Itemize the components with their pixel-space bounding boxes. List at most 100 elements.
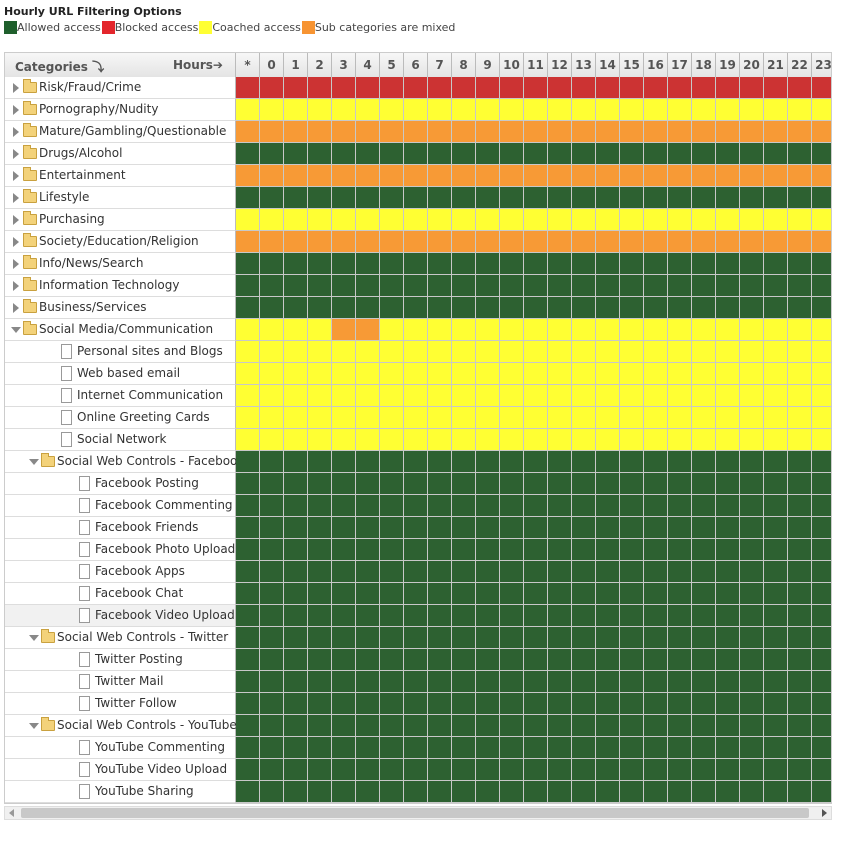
hour-cell-allowed[interactable] — [284, 517, 308, 539]
hour-cell-coached[interactable] — [284, 319, 308, 341]
hour-cell-allowed[interactable] — [476, 473, 500, 495]
hour-header[interactable]: 5 — [380, 53, 404, 77]
hour-cell-mixed[interactable] — [332, 165, 356, 187]
hour-cell-allowed[interactable] — [788, 451, 812, 473]
hour-cell-allowed[interactable] — [380, 451, 404, 473]
hour-cell-coached[interactable] — [740, 341, 764, 363]
hour-cell-allowed[interactable] — [284, 473, 308, 495]
category-cell[interactable]: Internet Communication — [5, 385, 236, 407]
hour-cell-allowed[interactable] — [716, 539, 740, 561]
hour-cell-allowed[interactable] — [500, 583, 524, 605]
hour-cell-allowed[interactable] — [332, 495, 356, 517]
hour-cell-mixed[interactable] — [692, 165, 716, 187]
hour-cell-coached[interactable] — [236, 209, 260, 231]
hour-cell-allowed[interactable] — [356, 451, 380, 473]
hour-cell-allowed[interactable] — [308, 561, 332, 583]
hour-cell-allowed[interactable] — [356, 539, 380, 561]
hour-cell-allowed[interactable] — [308, 737, 332, 759]
hour-cell-allowed[interactable] — [404, 715, 428, 737]
category-cell[interactable]: Social Web Controls - Twitter — [5, 627, 236, 649]
hour-cell-allowed[interactable] — [548, 473, 572, 495]
hour-cell-coached[interactable] — [548, 209, 572, 231]
hour-cell-allowed[interactable] — [644, 473, 668, 495]
hour-cell-allowed[interactable] — [524, 693, 548, 715]
hour-cell-coached[interactable] — [572, 209, 596, 231]
hour-cell-allowed[interactable] — [260, 473, 284, 495]
hour-cell-allowed[interactable] — [332, 693, 356, 715]
hour-cell-allowed[interactable] — [428, 187, 452, 209]
hour-cell-allowed[interactable] — [740, 297, 764, 319]
hour-cell-mixed[interactable] — [428, 121, 452, 143]
hour-cell-allowed[interactable] — [812, 781, 831, 803]
hour-cell-mixed[interactable] — [332, 319, 356, 341]
hour-cell-allowed[interactable] — [548, 451, 572, 473]
hour-cell-allowed[interactable] — [380, 715, 404, 737]
hour-cell-allowed[interactable] — [668, 649, 692, 671]
hour-cell-mixed[interactable] — [332, 231, 356, 253]
hour-cell-allowed[interactable] — [524, 561, 548, 583]
expand-arrow-icon[interactable] — [13, 105, 19, 115]
hour-cell-mixed[interactable] — [572, 121, 596, 143]
hour-cell-allowed[interactable] — [236, 693, 260, 715]
hour-cell-allowed[interactable] — [404, 627, 428, 649]
hour-cell-mixed[interactable] — [356, 121, 380, 143]
hour-cell-allowed[interactable] — [716, 495, 740, 517]
hour-cell-allowed[interactable] — [452, 561, 476, 583]
hour-cell-allowed[interactable] — [788, 143, 812, 165]
hour-cell-allowed[interactable] — [476, 495, 500, 517]
hour-cell-allowed[interactable] — [692, 561, 716, 583]
hour-cell-blocked[interactable] — [788, 77, 812, 99]
hour-cell-allowed[interactable] — [524, 297, 548, 319]
hour-header[interactable]: 23 — [812, 53, 831, 77]
hour-cell-allowed[interactable] — [812, 759, 831, 781]
hour-header[interactable]: 1 — [284, 53, 308, 77]
hour-cell-mixed[interactable] — [236, 165, 260, 187]
hour-cell-allowed[interactable] — [380, 605, 404, 627]
category-cell[interactable]: YouTube Video Upload — [5, 759, 236, 781]
hour-cell-allowed[interactable] — [596, 495, 620, 517]
hour-cell-mixed[interactable] — [572, 231, 596, 253]
hour-cell-coached[interactable] — [596, 319, 620, 341]
hour-cell-allowed[interactable] — [332, 737, 356, 759]
hour-cell-coached[interactable] — [404, 363, 428, 385]
hour-cell-allowed[interactable] — [428, 781, 452, 803]
hour-cell-allowed[interactable] — [596, 517, 620, 539]
hour-cell-allowed[interactable] — [308, 517, 332, 539]
hour-cell-coached[interactable] — [788, 429, 812, 451]
hour-cell-allowed[interactable] — [692, 693, 716, 715]
hour-cell-coached[interactable] — [236, 99, 260, 121]
hour-cell-coached[interactable] — [452, 363, 476, 385]
hour-cell-allowed[interactable] — [644, 759, 668, 781]
hour-cell-allowed[interactable] — [524, 539, 548, 561]
hour-cell-allowed[interactable] — [788, 561, 812, 583]
hour-cell-allowed[interactable] — [788, 187, 812, 209]
hour-cell-coached[interactable] — [716, 363, 740, 385]
hour-cell-mixed[interactable] — [596, 231, 620, 253]
hour-cell-allowed[interactable] — [404, 187, 428, 209]
hour-cell-allowed[interactable] — [308, 649, 332, 671]
hour-cell-allowed[interactable] — [596, 583, 620, 605]
hour-cell-allowed[interactable] — [236, 605, 260, 627]
hour-cell-coached[interactable] — [500, 407, 524, 429]
hour-cell-allowed[interactable] — [404, 297, 428, 319]
hour-cell-allowed[interactable] — [332, 583, 356, 605]
hour-cell-coached[interactable] — [692, 341, 716, 363]
hour-cell-coached[interactable] — [572, 385, 596, 407]
hour-cell-coached[interactable] — [740, 209, 764, 231]
category-cell[interactable]: Facebook Video Upload — [5, 605, 236, 627]
hour-cell-allowed[interactable] — [524, 495, 548, 517]
hour-cell-allowed[interactable] — [692, 495, 716, 517]
hour-cell-coached[interactable] — [260, 363, 284, 385]
hour-cell-allowed[interactable] — [284, 297, 308, 319]
hour-cell-mixed[interactable] — [788, 165, 812, 187]
hour-cell-allowed[interactable] — [668, 451, 692, 473]
hour-cell-allowed[interactable] — [260, 275, 284, 297]
hour-cell-allowed[interactable] — [548, 649, 572, 671]
hour-cell-allowed[interactable] — [332, 561, 356, 583]
hour-cell-coached[interactable] — [308, 407, 332, 429]
hour-cell-allowed[interactable] — [476, 759, 500, 781]
hour-cell-coached[interactable] — [788, 363, 812, 385]
hour-cell-allowed[interactable] — [668, 517, 692, 539]
hour-cell-mixed[interactable] — [404, 165, 428, 187]
hour-cell-coached[interactable] — [620, 407, 644, 429]
